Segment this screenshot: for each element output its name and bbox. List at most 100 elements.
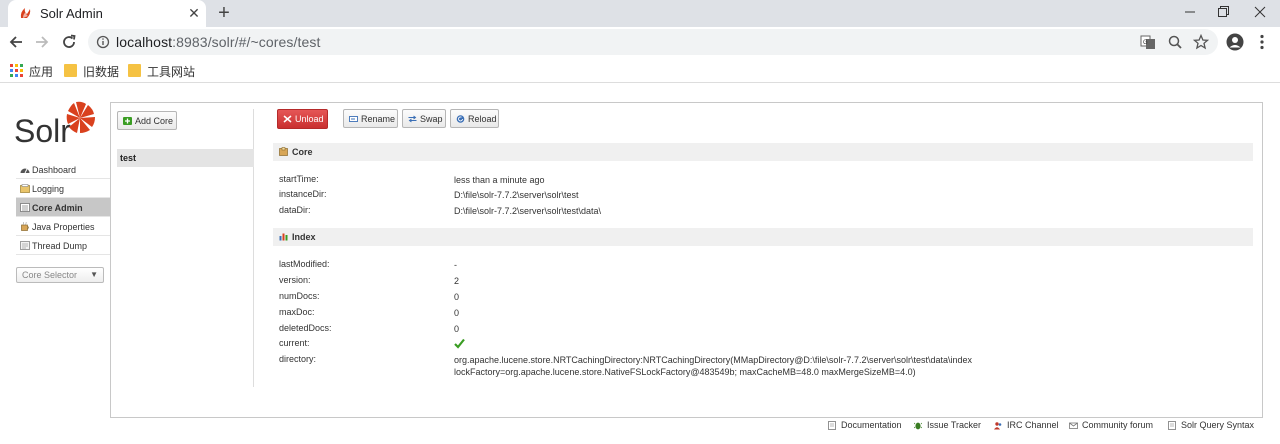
footer-label: Community forum (1082, 420, 1154, 430)
core-details: Unload Rename Swap Reload Core startTime… (273, 109, 1257, 409)
bookmark-label: 旧数据 (83, 65, 120, 79)
reload-icon (456, 115, 465, 123)
close-tab-icon[interactable]: ✕ (186, 4, 202, 22)
forward-arrow-icon[interactable] (32, 32, 52, 52)
browser-tab-bar: Solr Admin ✕ + (0, 0, 1280, 27)
footer-label: IRC Channel (1007, 420, 1059, 430)
bookmark-star-icon[interactable] (1193, 34, 1209, 50)
sidebar-item-java-properties[interactable]: Java Properties (16, 217, 110, 236)
index-max-doc-row: maxDoc: 0 (279, 307, 1249, 321)
index-last-modified-row: lastModified: - (279, 259, 1249, 273)
zoom-icon[interactable] (1167, 34, 1183, 50)
field-value: 0 (454, 308, 460, 318)
add-icon (123, 117, 132, 125)
check-icon (454, 338, 465, 349)
dashboard-icon (20, 168, 30, 174)
sidebar-item-dashboard[interactable]: Dashboard (16, 160, 110, 179)
add-core-label: Add Core (135, 116, 174, 126)
index-directory-row: directory: org.apache.lucene.store.NRTCa… (279, 354, 1249, 382)
core-box-icon (279, 147, 288, 156)
core-section-title: Core (292, 147, 313, 157)
index-chart-icon (279, 233, 288, 241)
chevron-down-icon: ▼ (90, 270, 98, 279)
profile-avatar-icon[interactable] (1225, 32, 1245, 52)
reload-button[interactable]: Reload (450, 109, 499, 128)
bug-icon (914, 422, 922, 430)
minimize-window-icon[interactable] (1180, 2, 1200, 22)
rename-label: Rename (361, 114, 396, 124)
add-core-button[interactable]: Add Core (117, 111, 177, 130)
apps-grid-icon (10, 64, 23, 77)
bookmark-label: 工具网站 (147, 65, 196, 79)
browser-toolbar: localhost:8983/solr/#/~cores/test G (0, 27, 1280, 57)
core-admin-panel: Add Core test Unload Rename Swap Reload … (110, 102, 1263, 418)
field-value: D:\file\solr-7.7.2\server\solr\test\data… (454, 206, 602, 216)
swap-button[interactable]: Swap (402, 109, 446, 128)
bookmark-label: 应用 (29, 65, 54, 79)
refresh-icon[interactable] (59, 32, 79, 52)
index-version-row: version: 2 (279, 275, 1249, 289)
mail-icon (1069, 422, 1078, 429)
url-text: localhost:8983/solr/#/~cores/test (116, 34, 320, 50)
address-bar[interactable]: localhost:8983/solr/#/~cores/test G (88, 29, 1218, 55)
rename-icon (349, 116, 358, 122)
index-current-row: current: (279, 338, 1249, 352)
solr-logo-text: Solr (14, 113, 71, 146)
index-section-title: Index (292, 232, 316, 242)
field-key: deletedDocs: (279, 323, 332, 333)
field-value: - (454, 260, 457, 270)
folder-icon (64, 64, 77, 77)
unload-x-icon (283, 115, 292, 123)
unload-button[interactable]: Unload (277, 109, 328, 129)
translate-icon[interactable]: G (1140, 34, 1156, 50)
sidebar-item-logging[interactable]: Logging (16, 179, 110, 198)
sidebar-item-label: Core Admin (32, 203, 83, 213)
logging-icon (20, 184, 30, 193)
sidebar-item-label: Thread Dump (32, 241, 88, 251)
rename-button[interactable]: Rename (343, 109, 398, 128)
field-key: current: (279, 338, 310, 348)
unload-label: Unload (295, 114, 324, 124)
sidebar-item-label: Dashboard (32, 165, 77, 175)
tab-title: Solr Admin (40, 6, 103, 21)
sidebar-item-core-admin[interactable]: Core Admin (16, 198, 110, 217)
thread-dump-icon (20, 241, 30, 250)
sidebar-item-thread-dump[interactable]: Thread Dump (16, 236, 110, 255)
solr-logo[interactable]: Solr (14, 100, 100, 146)
new-tab-button[interactable]: + (214, 1, 234, 25)
document-icon (1168, 421, 1176, 430)
folder-icon (128, 64, 141, 77)
index-deleted-docs-row: deletedDocs: 0 (279, 323, 1249, 337)
url-host: localhost (116, 34, 173, 50)
solr-sidebar-nav: Dashboard Logging Core Admin Java Proper… (16, 160, 110, 255)
field-key: maxDoc: (279, 307, 315, 317)
url-path: :8983/solr/#/~cores/test (172, 34, 321, 50)
irc-users-icon (994, 422, 1002, 430)
core-admin-icon (20, 203, 30, 212)
solr-sunburst-icon (66, 101, 95, 133)
maximize-window-icon[interactable] (1213, 2, 1233, 22)
sidebar-item-label: Logging (32, 184, 65, 194)
back-arrow-icon[interactable] (6, 32, 26, 52)
core-data-dir-row: dataDir: D:\file\solr-7.7.2\server\solr\… (279, 205, 1249, 219)
field-key: directory: (279, 354, 317, 364)
core-selector-dropdown[interactable]: Core Selector ▼ (16, 267, 104, 283)
field-key: dataDir: (279, 205, 311, 215)
core-list-item-test[interactable]: test (117, 149, 254, 167)
browser-menu-icon[interactable] (1252, 32, 1272, 52)
swap-arrows-icon (408, 115, 417, 123)
field-key: lastModified: (279, 259, 330, 269)
field-value: 0 (454, 324, 460, 334)
close-window-icon[interactable] (1250, 2, 1270, 22)
footer-label: Solr Query Syntax (1181, 420, 1255, 430)
index-section-header: Index (273, 228, 1253, 246)
browser-tab[interactable]: Solr Admin ✕ (8, 0, 206, 27)
directory-value-line-2: lockFactory=org.apache.lucene.store.Nati… (454, 367, 916, 377)
sidebar-item-label: Java Properties (32, 222, 95, 232)
site-info-icon[interactable] (96, 35, 110, 49)
java-cup-icon (21, 222, 29, 231)
core-name: test (120, 153, 137, 163)
field-value: 2 (454, 276, 460, 286)
swap-label: Swap (420, 114, 443, 124)
field-value: less than a minute ago (454, 175, 545, 185)
